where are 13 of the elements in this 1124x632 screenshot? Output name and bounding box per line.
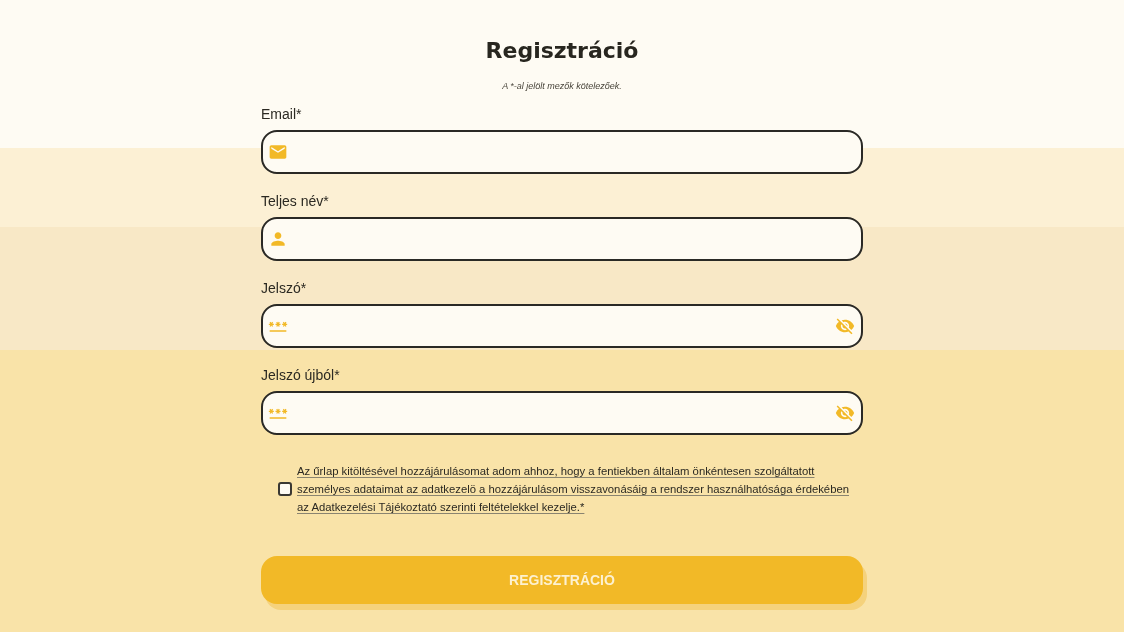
input-field[interactable] [261, 130, 863, 174]
field-label: Jelszó* [261, 279, 307, 297]
page-title: Regisztráció [485, 37, 639, 65]
field-label: Teljes név* [261, 192, 329, 210]
input-field[interactable] [261, 304, 863, 348]
input-field[interactable] [261, 217, 863, 261]
required-note: A *-al jelölt mezők kötelezőek. [502, 80, 622, 92]
mail-icon [268, 142, 288, 162]
consent-text: Az űrlap kitöltésével hozzájárulásomat adom ahhoz, hogy a fentiekben általam önkéntesen szolgáltatott személyes adataimat az adatkezelö a hozzájárulásom visszavonásáig a rendszer használhatósága érdekében az Adatkezelési Tájékoztató szerinti feltételekkel kezelje.* [297, 464, 850, 515]
input-field[interactable] [261, 391, 863, 435]
consent-checkbox[interactable] [278, 482, 292, 496]
field-label: Jelszó újból* [261, 366, 340, 384]
field-label: Email* [261, 105, 302, 123]
